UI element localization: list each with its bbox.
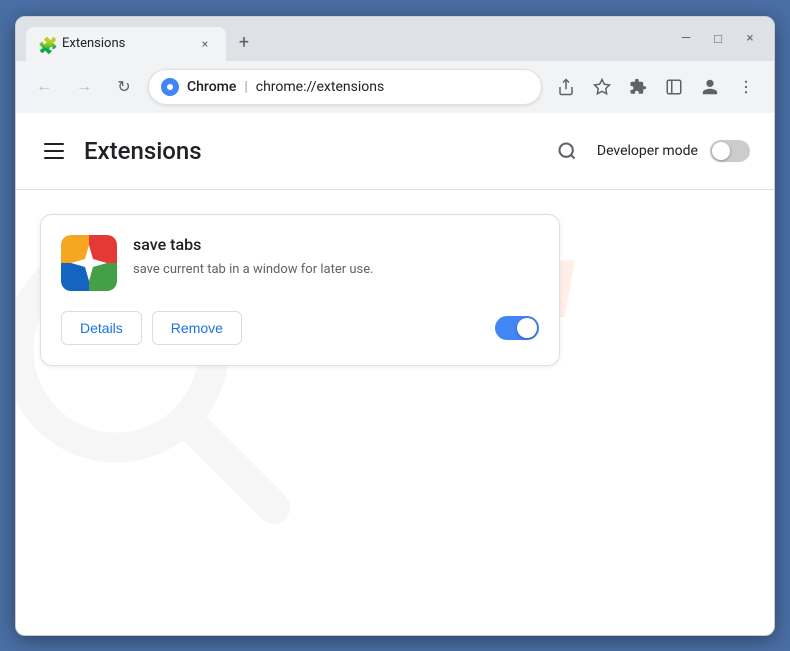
remove-button[interactable]: Remove [152, 311, 242, 345]
card-top: save tabs save current tab in a window f… [61, 235, 539, 291]
extension-enable-toggle[interactable] [495, 316, 539, 340]
minimize-button[interactable]: — [672, 25, 700, 53]
hamburger-line [44, 150, 64, 152]
browser-window: 🧩 Extensions × + — □ × ← → ↻ Chrome | ch… [15, 16, 775, 636]
bookmark-button[interactable] [586, 71, 618, 103]
card-bottom: Details Remove [61, 311, 539, 345]
account-button[interactable] [694, 71, 726, 103]
page-content: Extensions Developer mode RISK.COM [16, 113, 774, 635]
hamburger-line [44, 157, 64, 159]
menu-button[interactable] [730, 71, 762, 103]
nav-bar: ← → ↻ Chrome | chrome://extensions [16, 61, 774, 113]
extension-info: save tabs save current tab in a window f… [133, 235, 539, 280]
header-left: Extensions [40, 137, 202, 165]
active-tab[interactable]: 🧩 Extensions × [26, 27, 226, 61]
tab-close-button[interactable]: × [196, 35, 214, 53]
extension-card: save tabs save current tab in a window f… [40, 214, 560, 366]
tab-title: Extensions [62, 36, 188, 51]
title-bar: 🧩 Extensions × + — □ × [16, 17, 774, 61]
forward-button[interactable]: → [68, 71, 100, 103]
search-button[interactable] [549, 133, 585, 169]
extensions-header: Extensions Developer mode [16, 113, 774, 190]
refresh-button[interactable]: ↻ [108, 71, 140, 103]
tab-favicon-icon: 🧩 [38, 36, 54, 52]
extensions-button[interactable] [622, 71, 654, 103]
extension-description: save current tab in a window for later u… [133, 260, 539, 280]
card-buttons: Details Remove [61, 311, 242, 345]
developer-mode-toggle[interactable] [710, 140, 750, 162]
maximize-button[interactable]: □ [704, 25, 732, 53]
page-title: Extensions [84, 137, 202, 165]
details-button[interactable]: Details [61, 311, 142, 345]
developer-mode-label: Developer mode [597, 143, 698, 159]
share-button[interactable] [550, 71, 582, 103]
extension-name: save tabs [133, 235, 539, 254]
nav-icons [550, 71, 762, 103]
window-controls: — □ × [672, 25, 764, 61]
extensions-list: RISK.COM [16, 190, 774, 390]
back-button[interactable]: ← [28, 71, 60, 103]
sidebar-button[interactable] [658, 71, 690, 103]
address-url: chrome://extensions [256, 79, 529, 95]
menu-hamburger-button[interactable] [40, 139, 68, 163]
header-right: Developer mode [549, 133, 750, 169]
site-favicon [161, 78, 179, 96]
extension-icon [61, 235, 117, 291]
site-name: Chrome [187, 79, 236, 95]
close-button[interactable]: × [736, 25, 764, 53]
hamburger-line [44, 143, 64, 145]
address-bar[interactable]: Chrome | chrome://extensions [148, 69, 542, 105]
new-tab-button[interactable]: + [230, 29, 258, 57]
address-separator: | [244, 79, 247, 95]
